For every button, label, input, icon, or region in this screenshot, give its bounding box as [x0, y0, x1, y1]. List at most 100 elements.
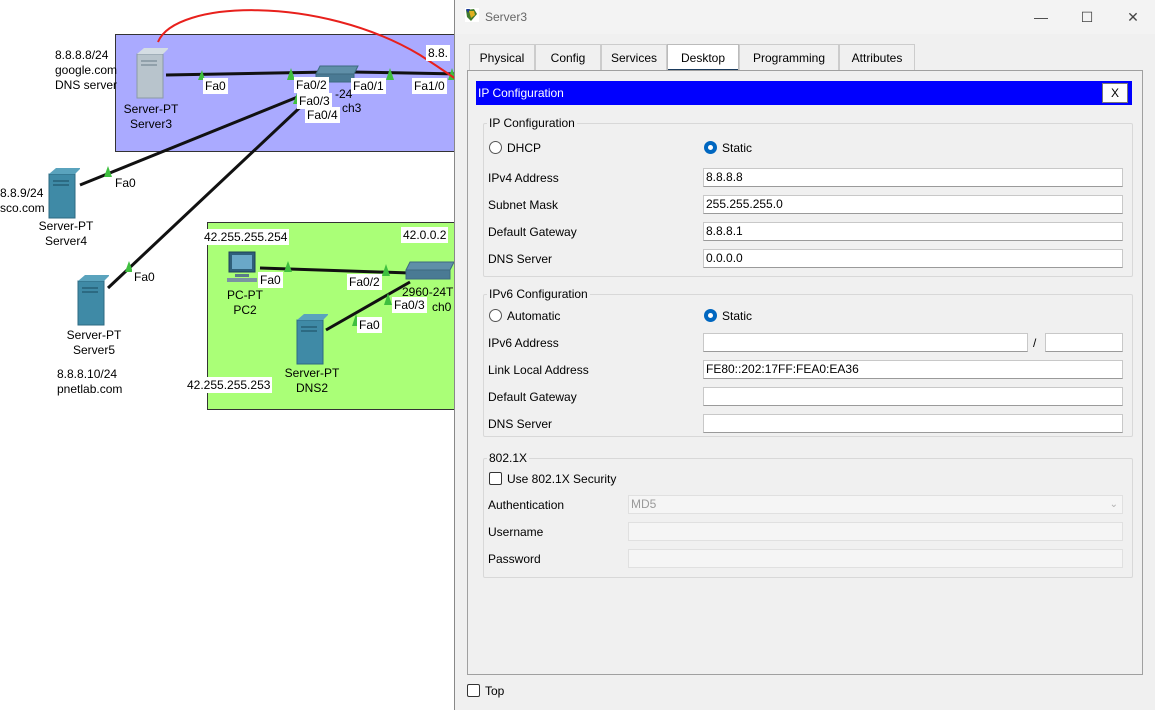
tab-attributes-label: Attributes — [851, 51, 903, 65]
switch3-port-fa04: Fa0/4 — [305, 107, 340, 123]
top-label: Top — [485, 684, 505, 698]
server5-name: Server5 — [72, 343, 116, 357]
chevron-down-icon: ⌄ — [1109, 499, 1118, 510]
window-title: Server3 — [485, 10, 528, 24]
tab-attributes[interactable]: Attributes — [839, 44, 915, 70]
username-label: Username — [488, 525, 544, 539]
dns2-icon[interactable] — [296, 314, 329, 366]
server5-icon[interactable] — [77, 275, 110, 327]
tab-services[interactable]: Services — [601, 44, 667, 70]
close-window-button[interactable]: ✕ — [1110, 0, 1155, 34]
ipv4-gateway-field[interactable]: 8.8.8.1 — [703, 222, 1123, 241]
ipv6-prefix-separator: / — [1033, 336, 1037, 350]
ip-config-app-bar: IP Configuration X — [476, 81, 1132, 105]
ipv4-dns-field[interactable]: 0.0.0.0 — [703, 249, 1123, 268]
password-field[interactable] — [628, 549, 1123, 568]
desktop-panel: IP Configuration X IP Configuration DHCP… — [467, 70, 1143, 675]
switch3-label-b: ch3 — [342, 101, 362, 115]
authentication-label: Authentication — [488, 498, 565, 512]
subnet-mask-field[interactable]: 255.255.255.0 — [703, 195, 1123, 214]
switch0-name: ch0 — [432, 300, 452, 314]
ipv4-static-radio[interactable] — [704, 141, 717, 154]
switch0-icon[interactable] — [404, 258, 456, 282]
ipv4-address-field[interactable]: 8.8.8.8 — [703, 168, 1123, 187]
tab-programming[interactable]: Programming — [739, 44, 839, 70]
router-ip-42: 42.0.0.2 — [401, 227, 449, 243]
link-local-label: Link Local Address — [488, 363, 589, 377]
router-port-fa10: Fa1/0 — [412, 78, 447, 94]
use-8021x-checkbox[interactable] — [489, 472, 502, 485]
ipv4-group-title: IP Configuration — [487, 116, 577, 130]
tab-desktop-label: Desktop — [680, 51, 726, 65]
server3-port: Fa0 — [203, 78, 228, 94]
dns2-type: Server-PT — [284, 366, 340, 380]
server4-domain: sco.com — [0, 201, 45, 215]
ipv4-gateway-label: Default Gateway — [488, 225, 577, 239]
subnet-mask-label: Subnet Mask — [488, 198, 559, 212]
server3-name: Server3 — [129, 117, 173, 131]
tab-physical[interactable]: Physical — [469, 44, 535, 70]
maximize-button[interactable]: ☐ — [1064, 0, 1110, 34]
server5-type: Server-PT — [66, 328, 122, 342]
server5-domain: pnetlab.com — [57, 382, 123, 396]
ipv6-group-title: IPv6 Configuration — [487, 287, 590, 301]
router-ip-partial: 8.8. — [426, 45, 451, 61]
dhcp-label: DHCP — [507, 141, 542, 155]
ipv4-static-label: Static — [722, 141, 753, 155]
ipv4-group: IP Configuration DHCP Static IPv4 Addres… — [483, 116, 1133, 277]
server3-ip: 8.8.8.8/24 — [55, 48, 109, 62]
link-local-field[interactable]: FE80::202:17FF:FEA0:EA36 — [703, 360, 1123, 379]
packet-tracer-app-icon — [465, 8, 479, 22]
tab-desktop[interactable]: Desktop — [667, 44, 739, 72]
server3-window[interactable]: Server3 — ☐ ✕ Physical Config Services D… — [454, 0, 1155, 710]
dhcp-radio[interactable] — [489, 141, 502, 154]
dns2-name: DNS2 — [295, 381, 328, 395]
ipv6-static-radio[interactable] — [704, 309, 717, 322]
ipv6-automatic-radio[interactable] — [489, 309, 502, 322]
switch0-port-fa03: Fa0/3 — [392, 297, 427, 313]
pc2-icon[interactable] — [225, 250, 261, 284]
server5-ip: 8.8.8.10/24 — [57, 367, 118, 381]
ipv6-address-label: IPv6 Address — [488, 336, 559, 350]
ipv6-static-label: Static — [722, 309, 753, 323]
server4-icon[interactable] — [48, 168, 81, 220]
tab-config[interactable]: Config — [535, 44, 601, 70]
pc2-ip: 42.255.255.254 — [202, 229, 290, 245]
dns2-ip: 42.255.255.253 — [185, 377, 273, 393]
authentication-select[interactable]: MD5 ⌄ — [628, 495, 1123, 514]
pc2-name: PC2 — [233, 303, 257, 317]
dot1x-group: 802.1X Use 802.1X Security Authenticatio… — [483, 451, 1133, 578]
server4-ip: 8.8.9/24 — [0, 186, 44, 200]
ipv6-address-field[interactable] — [703, 333, 1028, 352]
server5-port: Fa0 — [132, 269, 157, 285]
close-app-button[interactable]: X — [1102, 83, 1128, 103]
ipv6-prefix-field[interactable] — [1045, 333, 1123, 352]
ipv6-dns-field[interactable] — [703, 414, 1123, 433]
switch0-port-fa02: Fa0/2 — [347, 274, 382, 290]
dot1x-group-title: 802.1X — [487, 451, 530, 465]
ipv6-automatic-label: Automatic — [507, 309, 561, 323]
use-8021x-label: Use 802.1X Security — [507, 472, 617, 486]
ipv4-dns-label: DNS Server — [488, 252, 553, 266]
ipv6-dns-label: DNS Server — [488, 417, 553, 431]
top-checkbox[interactable] — [467, 684, 480, 697]
server3-role: DNS server — [55, 78, 118, 92]
window-titlebar[interactable]: Server3 — ☐ ✕ — [455, 0, 1155, 34]
switch3-port-fa02: Fa0/2 — [294, 77, 329, 93]
username-field[interactable] — [628, 522, 1123, 541]
server3-icon[interactable] — [136, 48, 169, 100]
ipv6-gateway-field[interactable] — [703, 387, 1123, 406]
pc2-port: Fa0 — [258, 272, 283, 288]
server4-port: Fa0 — [113, 175, 138, 191]
server3-type: Server-PT — [123, 102, 179, 116]
ipv6-gateway-label: Default Gateway — [488, 390, 577, 404]
switch3-port-fa01: Fa0/1 — [351, 78, 386, 94]
ipv4-address-label: IPv4 Address — [488, 171, 559, 185]
server4-type: Server-PT — [38, 219, 94, 233]
ipv6-group: IPv6 Configuration Automatic Static IPv6… — [483, 287, 1133, 437]
minimize-button[interactable]: — — [1018, 0, 1064, 34]
authentication-value: MD5 — [631, 497, 657, 511]
server3-domain: google.com — [55, 63, 118, 77]
tab-config-label: Config — [550, 51, 586, 65]
password-label: Password — [488, 552, 541, 566]
